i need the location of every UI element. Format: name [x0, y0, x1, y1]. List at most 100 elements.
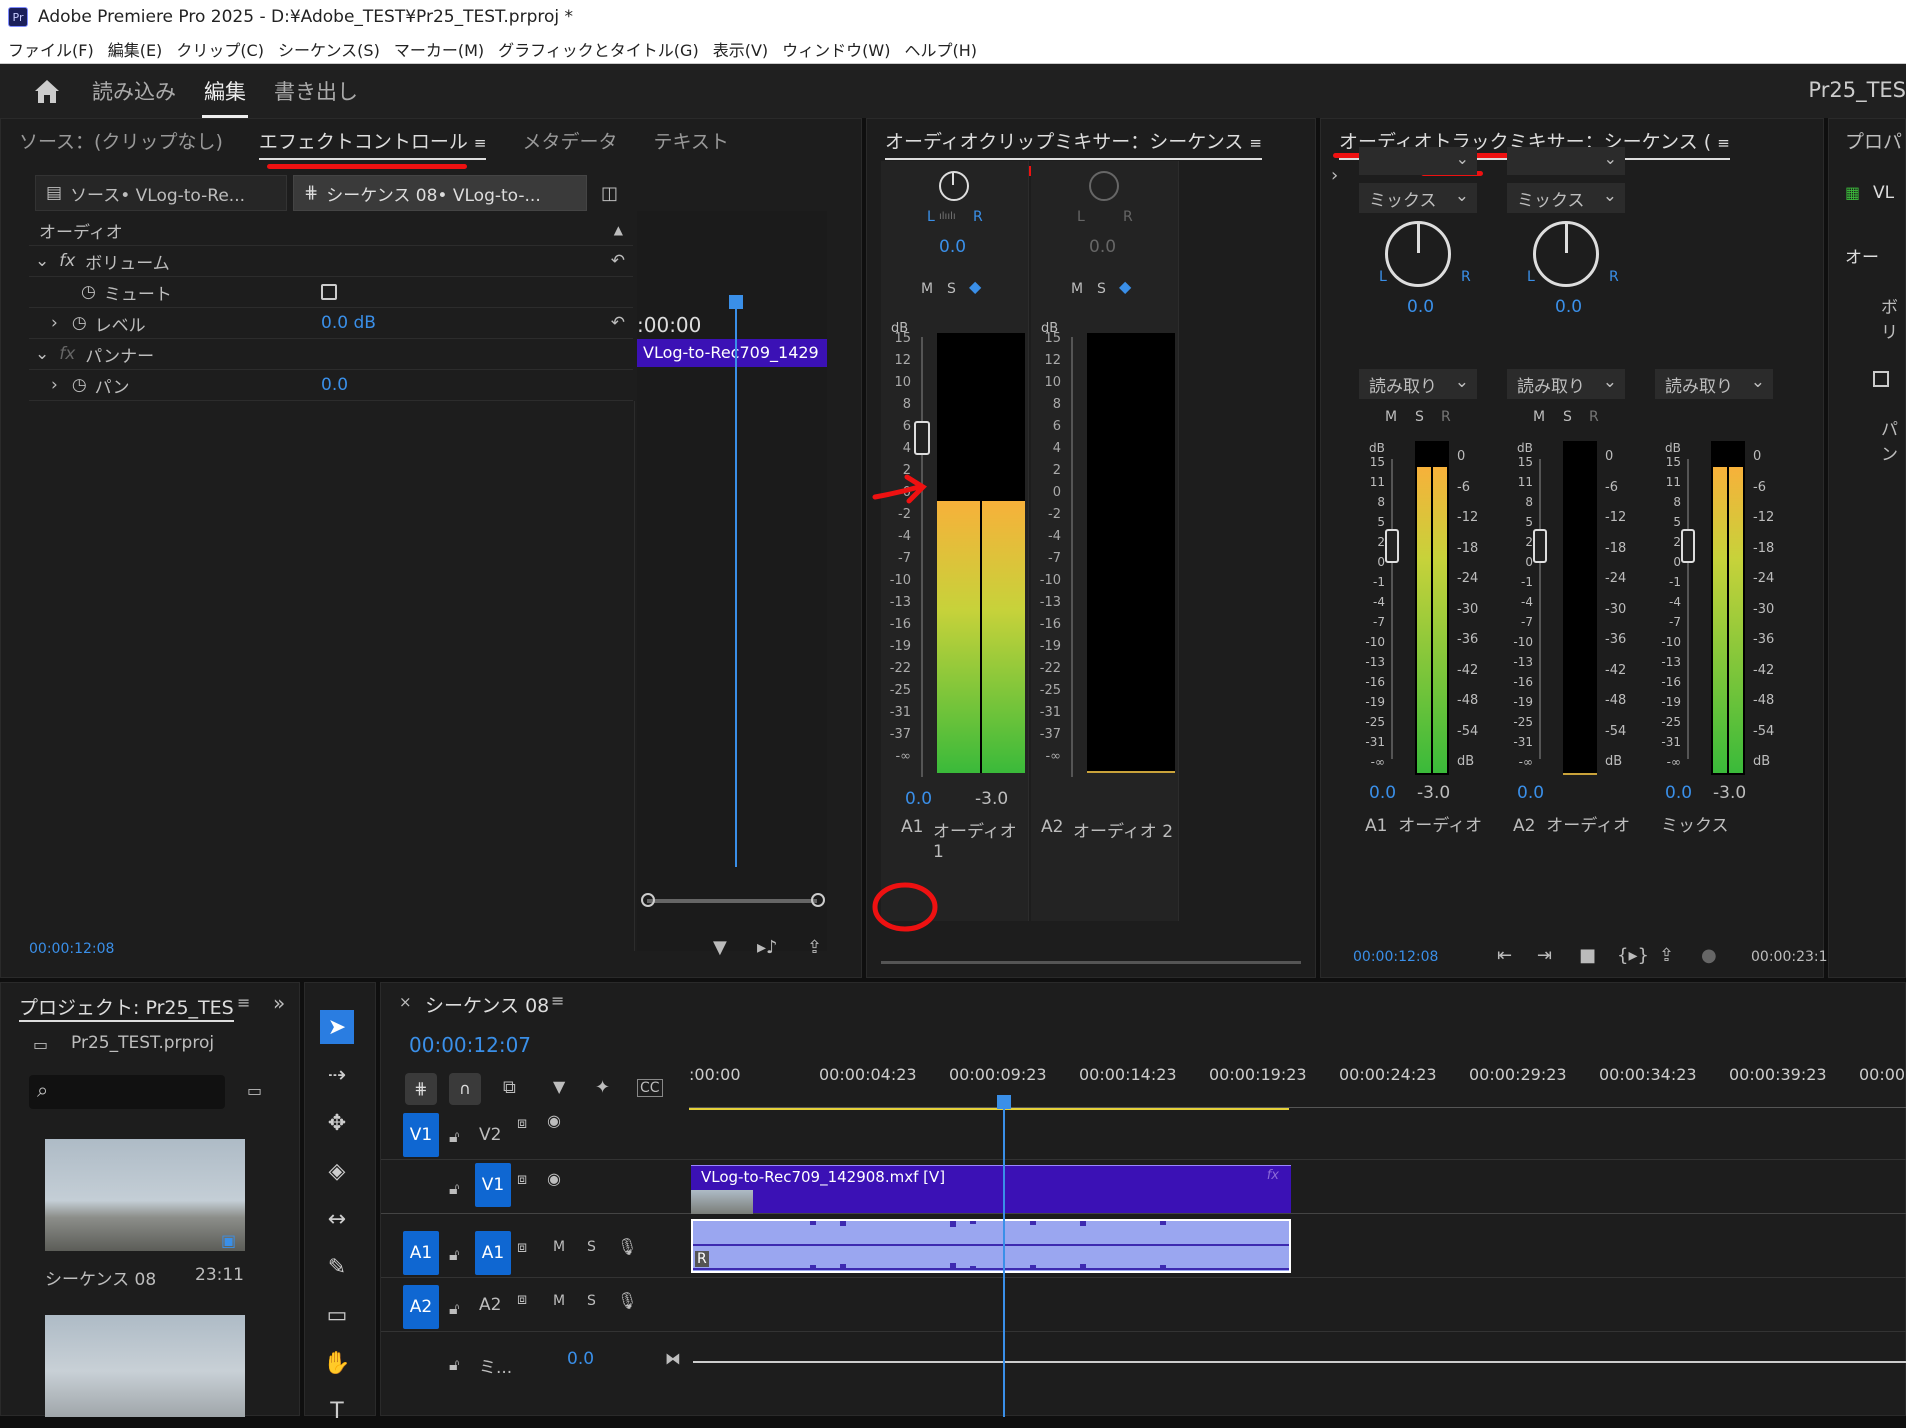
audio-clip[interactable]: R — [691, 1219, 1291, 1273]
menu-file[interactable]: ファイル(F) — [8, 37, 94, 61]
tab-properties[interactable]: プロパ — [1845, 127, 1902, 154]
pen-tool-icon[interactable]: ✎ — [320, 1250, 354, 1284]
loop-icon[interactable]: ⇪ — [1659, 945, 1674, 966]
panel-menu-icon[interactable]: ≡ — [1717, 134, 1730, 152]
lock-icon[interactable]: 🔓︎ — [449, 1245, 459, 1265]
sequence-clip-chip[interactable]: ⋕ シーケンス 08• VLog-to-... — [293, 175, 587, 211]
menu-help[interactable]: ヘルプ(H) — [904, 37, 977, 61]
reset-icon[interactable]: ↶ — [611, 251, 625, 271]
lock-icon[interactable]: 🔓︎ — [449, 1299, 459, 1319]
chevron-down-icon[interactable]: ⌄ — [35, 251, 49, 271]
go-to-next-icon[interactable]: ⧓ — [665, 1349, 681, 1368]
go-to-out-icon[interactable]: ⇥ — [1537, 945, 1552, 966]
pan-value[interactable]: 0.0 — [1555, 297, 1582, 317]
pan-value[interactable]: 0.0 — [939, 237, 966, 257]
pan-value[interactable]: 0.0 — [1089, 237, 1116, 257]
mixer-scrollbar[interactable] — [881, 961, 1301, 964]
pan-knob[interactable] — [1089, 171, 1119, 201]
panel-menu-icon[interactable]: ≡ — [474, 134, 487, 152]
keyframe-diamond-icon[interactable]: ◆ — [969, 277, 981, 296]
volume-value[interactable]: 0.0 — [1665, 783, 1692, 803]
razor-tool-icon[interactable]: ◈ — [320, 1154, 354, 1188]
menu-marker[interactable]: マーカー(M) — [394, 37, 484, 61]
stop-icon[interactable]: ■ — [1579, 945, 1596, 966]
output-dropdown[interactable]: ミックス ⌄ — [1359, 183, 1477, 213]
pan-knob[interactable] — [939, 171, 969, 201]
linked-selection-icon[interactable]: ⧉ — [503, 1077, 516, 1098]
source-patch-a2[interactable]: A2 — [403, 1285, 439, 1329]
sync-lock-icon[interactable]: ⧈ — [517, 1113, 527, 1133]
pan-value[interactable]: 0.0 — [1407, 297, 1434, 317]
panel-menu-icon[interactable]: ≡ — [551, 991, 564, 1010]
captions-icon[interactable]: CC — [637, 1079, 663, 1097]
eye-icon[interactable]: ◉ — [547, 1169, 561, 1188]
sync-lock-icon[interactable]: ⧈ — [517, 1289, 527, 1309]
source-patch-a1[interactable]: A1 — [403, 1231, 439, 1275]
fx-icon[interactable]: fx — [59, 344, 75, 364]
snap-magnet-icon[interactable]: ∩ — [449, 1073, 481, 1105]
record-button[interactable]: R — [1589, 409, 1599, 425]
volume-value[interactable]: 0.0 — [1369, 783, 1396, 803]
record-icon[interactable]: ● — [1701, 945, 1717, 966]
fx-icon[interactable]: fx — [59, 251, 75, 271]
level-value[interactable]: 0.0 dB — [321, 313, 376, 333]
mute-checkbox[interactable] — [321, 284, 337, 300]
track-target-a1[interactable]: A1 — [475, 1231, 511, 1275]
solo-button[interactable]: S — [947, 281, 956, 297]
clip-thumbnail[interactable] — [45, 1315, 245, 1417]
project-search-input[interactable]: ⌕ — [29, 1075, 225, 1109]
tab-text[interactable]: テキスト — [654, 127, 729, 154]
chevron-right-icon[interactable]: › — [1331, 165, 1338, 186]
scroll-handle-left[interactable] — [641, 893, 655, 907]
menu-graphics[interactable]: グラフィックとタイトル(G) — [498, 37, 699, 61]
workspace-edit-tab[interactable]: 編集 — [202, 68, 248, 118]
microphone-icon[interactable]: 🎙︎ — [617, 1237, 637, 1256]
new-bin-icon[interactable]: ▭ — [247, 1081, 262, 1100]
mini-playhead[interactable] — [735, 297, 737, 867]
mute-button[interactable]: M — [1533, 409, 1545, 425]
volume-fader-handle[interactable] — [1681, 529, 1695, 563]
sequence-thumbnail[interactable] — [45, 1139, 245, 1251]
workspace-export-tab[interactable]: 書き出し — [272, 68, 360, 114]
volume-fader-handle[interactable] — [1385, 529, 1399, 563]
track-mute-button[interactable]: M — [553, 1239, 565, 1255]
lock-icon[interactable]: 🔓︎ — [449, 1127, 459, 1147]
source-patch-v1[interactable]: V1 — [403, 1113, 439, 1157]
scroll-handle-right[interactable] — [811, 893, 825, 907]
tab-sequence[interactable]: シーケンス 08 — [425, 991, 549, 1018]
automation-dropdown[interactable]: 読み取り ⌄ — [1359, 369, 1477, 399]
nest-icon[interactable]: ⋕ — [405, 1073, 437, 1105]
mute-button[interactable]: M — [1071, 281, 1083, 297]
wrench-icon[interactable]: ✦ — [595, 1077, 610, 1098]
hand-tool-icon[interactable]: ✋ — [320, 1346, 354, 1380]
menu-window[interactable]: ウィンドウ(W) — [782, 37, 890, 61]
workspace-import-tab[interactable]: 読み込み — [90, 68, 178, 114]
zoom-scrollbar[interactable] — [647, 899, 817, 903]
chevron-right-icon[interactable]: › — [51, 313, 58, 333]
tab-audio-clip-mixer[interactable]: オーディオクリップミキサー：シーケンス ≡ — [885, 127, 1262, 160]
filter-icon[interactable]: ▼ — [713, 937, 727, 958]
video-clip[interactable]: VLog-to-Rec709_142908.mxf [V] fx — [691, 1165, 1291, 1214]
collapse-icon[interactable]: ▲ — [614, 223, 623, 237]
lock-icon[interactable]: 🔓︎ — [449, 1179, 459, 1199]
keyframe-diamond-icon[interactable]: ◆ — [1119, 277, 1131, 296]
props-section[interactable]: オー — [1845, 243, 1879, 268]
track-select-tool-icon[interactable]: ⇢ — [320, 1058, 354, 1092]
menu-view[interactable]: 表示(V) — [713, 37, 768, 61]
effect-timecode[interactable]: 00:00:12:08 — [29, 941, 114, 957]
play-in-out-icon[interactable]: {▸} — [1617, 945, 1649, 966]
menu-clip[interactable]: クリップ(C) — [176, 37, 264, 61]
track-target-v1[interactable]: V1 — [475, 1163, 511, 1207]
record-button[interactable]: R — [1441, 409, 1451, 425]
lock-icon[interactable]: 🔓︎ — [449, 1355, 459, 1375]
sync-lock-icon[interactable]: ⧈ — [517, 1237, 527, 1257]
panel-menu-icon[interactable]: ≡ — [237, 993, 250, 1012]
add-marker-icon[interactable]: ▼ — [553, 1077, 565, 1096]
tab-source[interactable]: ソース：(クリップなし) — [19, 127, 223, 154]
solo-button[interactable]: S — [1563, 409, 1572, 425]
slip-tool-icon[interactable]: ↔ — [320, 1202, 354, 1236]
eye-icon[interactable]: ◉ — [547, 1111, 561, 1130]
input-dropdown[interactable]: ⌄ — [1507, 147, 1625, 175]
tab-project[interactable]: プロジェクト: Pr25_TES — [19, 993, 234, 1022]
mute-button[interactable]: M — [1385, 409, 1397, 425]
